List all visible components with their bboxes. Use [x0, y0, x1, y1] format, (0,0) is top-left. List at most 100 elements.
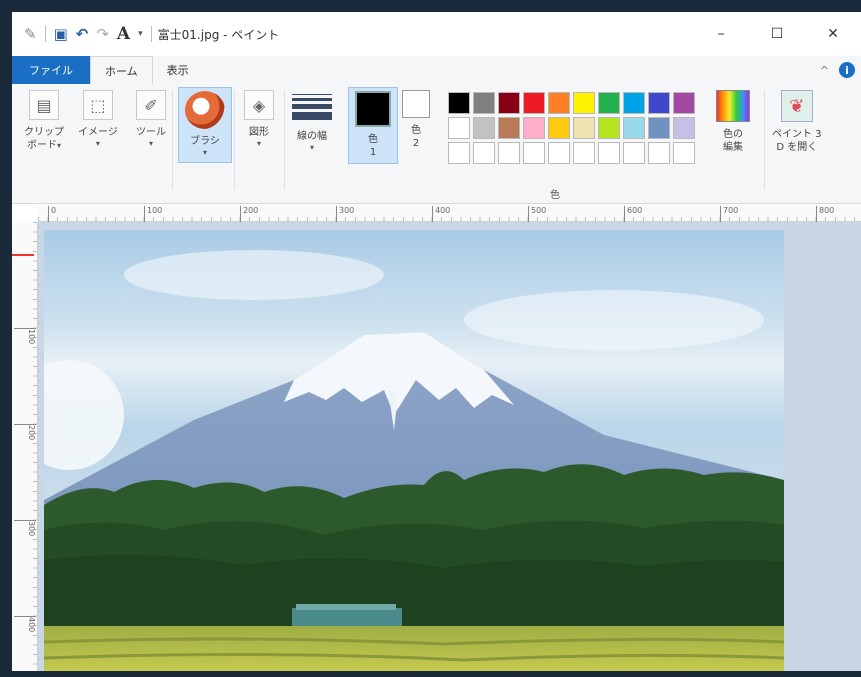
color-swatch[interactable] [623, 117, 645, 139]
clipboard-label-2: ボード▾ [26, 140, 61, 151]
color-swatch[interactable] [673, 142, 695, 164]
tab-view[interactable]: 表示 [153, 56, 203, 84]
ribbon-tabs: ファイル ホーム 表示 ^ i [12, 56, 861, 84]
chevron-down-icon: ▾ [309, 143, 314, 152]
size-button[interactable]: 線の幅 ▾ [292, 90, 332, 153]
chevron-down-icon: ▾ [95, 139, 100, 148]
chevron-down-icon: ▾ [256, 139, 261, 148]
color-swatch[interactable] [598, 117, 620, 139]
group-divider [172, 90, 173, 190]
ruler-tick-label: 500 [528, 206, 546, 222]
shapes-button[interactable]: ◈ 図形 ▾ [244, 90, 274, 149]
color-swatch[interactable] [523, 142, 545, 164]
color-swatch[interactable] [498, 117, 520, 139]
colors-group-label: 色 [550, 190, 560, 201]
color2-button[interactable]: 色 2 [402, 90, 430, 150]
undo-icon[interactable]: ↶ [76, 26, 89, 42]
paint3d-icon: ❦ [780, 90, 813, 122]
line-width-icon [292, 90, 332, 124]
paint3d-label: ペイント 3 [772, 129, 822, 140]
ruler-tick-label: 200 [14, 424, 36, 440]
collapse-ribbon-icon[interactable]: ^ [820, 64, 829, 77]
help-icon[interactable]: i [839, 62, 855, 78]
color1-label: 色 [368, 134, 378, 145]
paint3d-label-2: D を開く [776, 142, 818, 153]
clipboard-button[interactable]: ▤ クリップ ボード▾ [24, 90, 64, 152]
chevron-down-icon: ▾ [202, 148, 207, 157]
chevron-down-icon: ▾ [148, 139, 153, 148]
color-swatch[interactable] [573, 92, 595, 114]
color-swatch[interactable] [598, 92, 620, 114]
edit-colors-button[interactable]: 色の 編集 [716, 90, 750, 154]
color-swatch[interactable] [648, 117, 670, 139]
ruler-tick-label: 100 [144, 206, 162, 222]
clipboard-icon: ▤ [29, 90, 59, 120]
color2-swatch [402, 90, 430, 118]
mountain-landscape-image [44, 332, 784, 671]
color-palette [448, 92, 695, 164]
color-swatch[interactable] [498, 92, 520, 114]
redo-icon[interactable]: ↷ [96, 26, 109, 42]
ruler-tick-label: 300 [14, 520, 36, 536]
ruler-tick-label: 800 [816, 206, 834, 222]
color1-swatch [355, 91, 391, 127]
color-swatch[interactable] [473, 117, 495, 139]
ruler-cursor-marker [12, 254, 34, 256]
color-swatch[interactable] [448, 92, 470, 114]
color-swatch[interactable] [523, 92, 545, 114]
color2-number: 2 [412, 138, 420, 149]
ruler-tick-label: 200 [240, 206, 258, 222]
color1-number: 1 [369, 147, 377, 158]
ruler-tick-label: 0 [48, 206, 56, 222]
canvas-workspace[interactable] [38, 222, 861, 671]
minimize-button[interactable]: – [693, 12, 749, 56]
color1-button[interactable]: 色 1 [348, 87, 398, 164]
maximize-button[interactable]: ☐ [749, 12, 805, 56]
brush-button[interactable]: ブラシ ▾ [178, 87, 232, 163]
tools-button[interactable]: ✐ ツール ▾ [136, 90, 166, 149]
color-swatch[interactable] [573, 117, 595, 139]
shapes-icon: ◈ [244, 90, 274, 120]
color-swatch[interactable] [548, 142, 570, 164]
ruler-tick-label: 100 [14, 328, 36, 344]
open-paint3d-button[interactable]: ❦ ペイント 3 D を開く [772, 90, 822, 154]
close-button[interactable]: ✕ [805, 12, 861, 56]
quick-access-toolbar: ✎ ▣ ↶ ↷ A ▾ [24, 25, 152, 42]
color-swatch[interactable] [623, 142, 645, 164]
color-swatch[interactable] [548, 92, 570, 114]
pencil-icon: ✐ [136, 90, 166, 120]
window-title: 富士01.jpg - ペイント [157, 27, 280, 42]
color-swatch[interactable] [648, 92, 670, 114]
ruler-tick-label: 700 [720, 206, 738, 222]
edit-colors-label-2: 編集 [723, 142, 743, 153]
color-swatch[interactable] [573, 142, 595, 164]
tools-label: ツール [136, 127, 166, 138]
ribbon-options: ^ i [820, 56, 861, 84]
color-swatch[interactable] [598, 142, 620, 164]
customize-toolbar-icon[interactable]: ▾ [138, 27, 143, 42]
group-divider [764, 90, 765, 190]
color-swatch[interactable] [523, 117, 545, 139]
shapes-label: 図形 [249, 127, 269, 138]
save-icon[interactable]: ▣ [54, 26, 68, 42]
tab-home[interactable]: ホーム [90, 56, 153, 84]
color-swatch[interactable] [623, 92, 645, 114]
ruler-tick-label: 300 [336, 206, 354, 222]
ruler-tick-label: 600 [624, 206, 642, 222]
color-swatch[interactable] [673, 92, 695, 114]
color-swatch[interactable] [473, 92, 495, 114]
color-swatch[interactable] [498, 142, 520, 164]
color-swatch[interactable] [448, 142, 470, 164]
horizontal-ruler: 0 100 200 300 400 500 600 700 800 [38, 204, 861, 222]
color-spectrum-icon [716, 90, 750, 122]
image-button[interactable]: ⬚ イメージ ▾ [78, 90, 118, 149]
color-swatch[interactable] [673, 117, 695, 139]
tab-file[interactable]: ファイル [12, 56, 90, 84]
color-swatch[interactable] [648, 142, 670, 164]
color-swatch[interactable] [448, 117, 470, 139]
image-canvas[interactable] [44, 230, 784, 671]
color-swatch[interactable] [473, 142, 495, 164]
group-divider [234, 90, 235, 190]
text-tool-icon[interactable]: A [117, 25, 130, 42]
color-swatch[interactable] [548, 117, 570, 139]
